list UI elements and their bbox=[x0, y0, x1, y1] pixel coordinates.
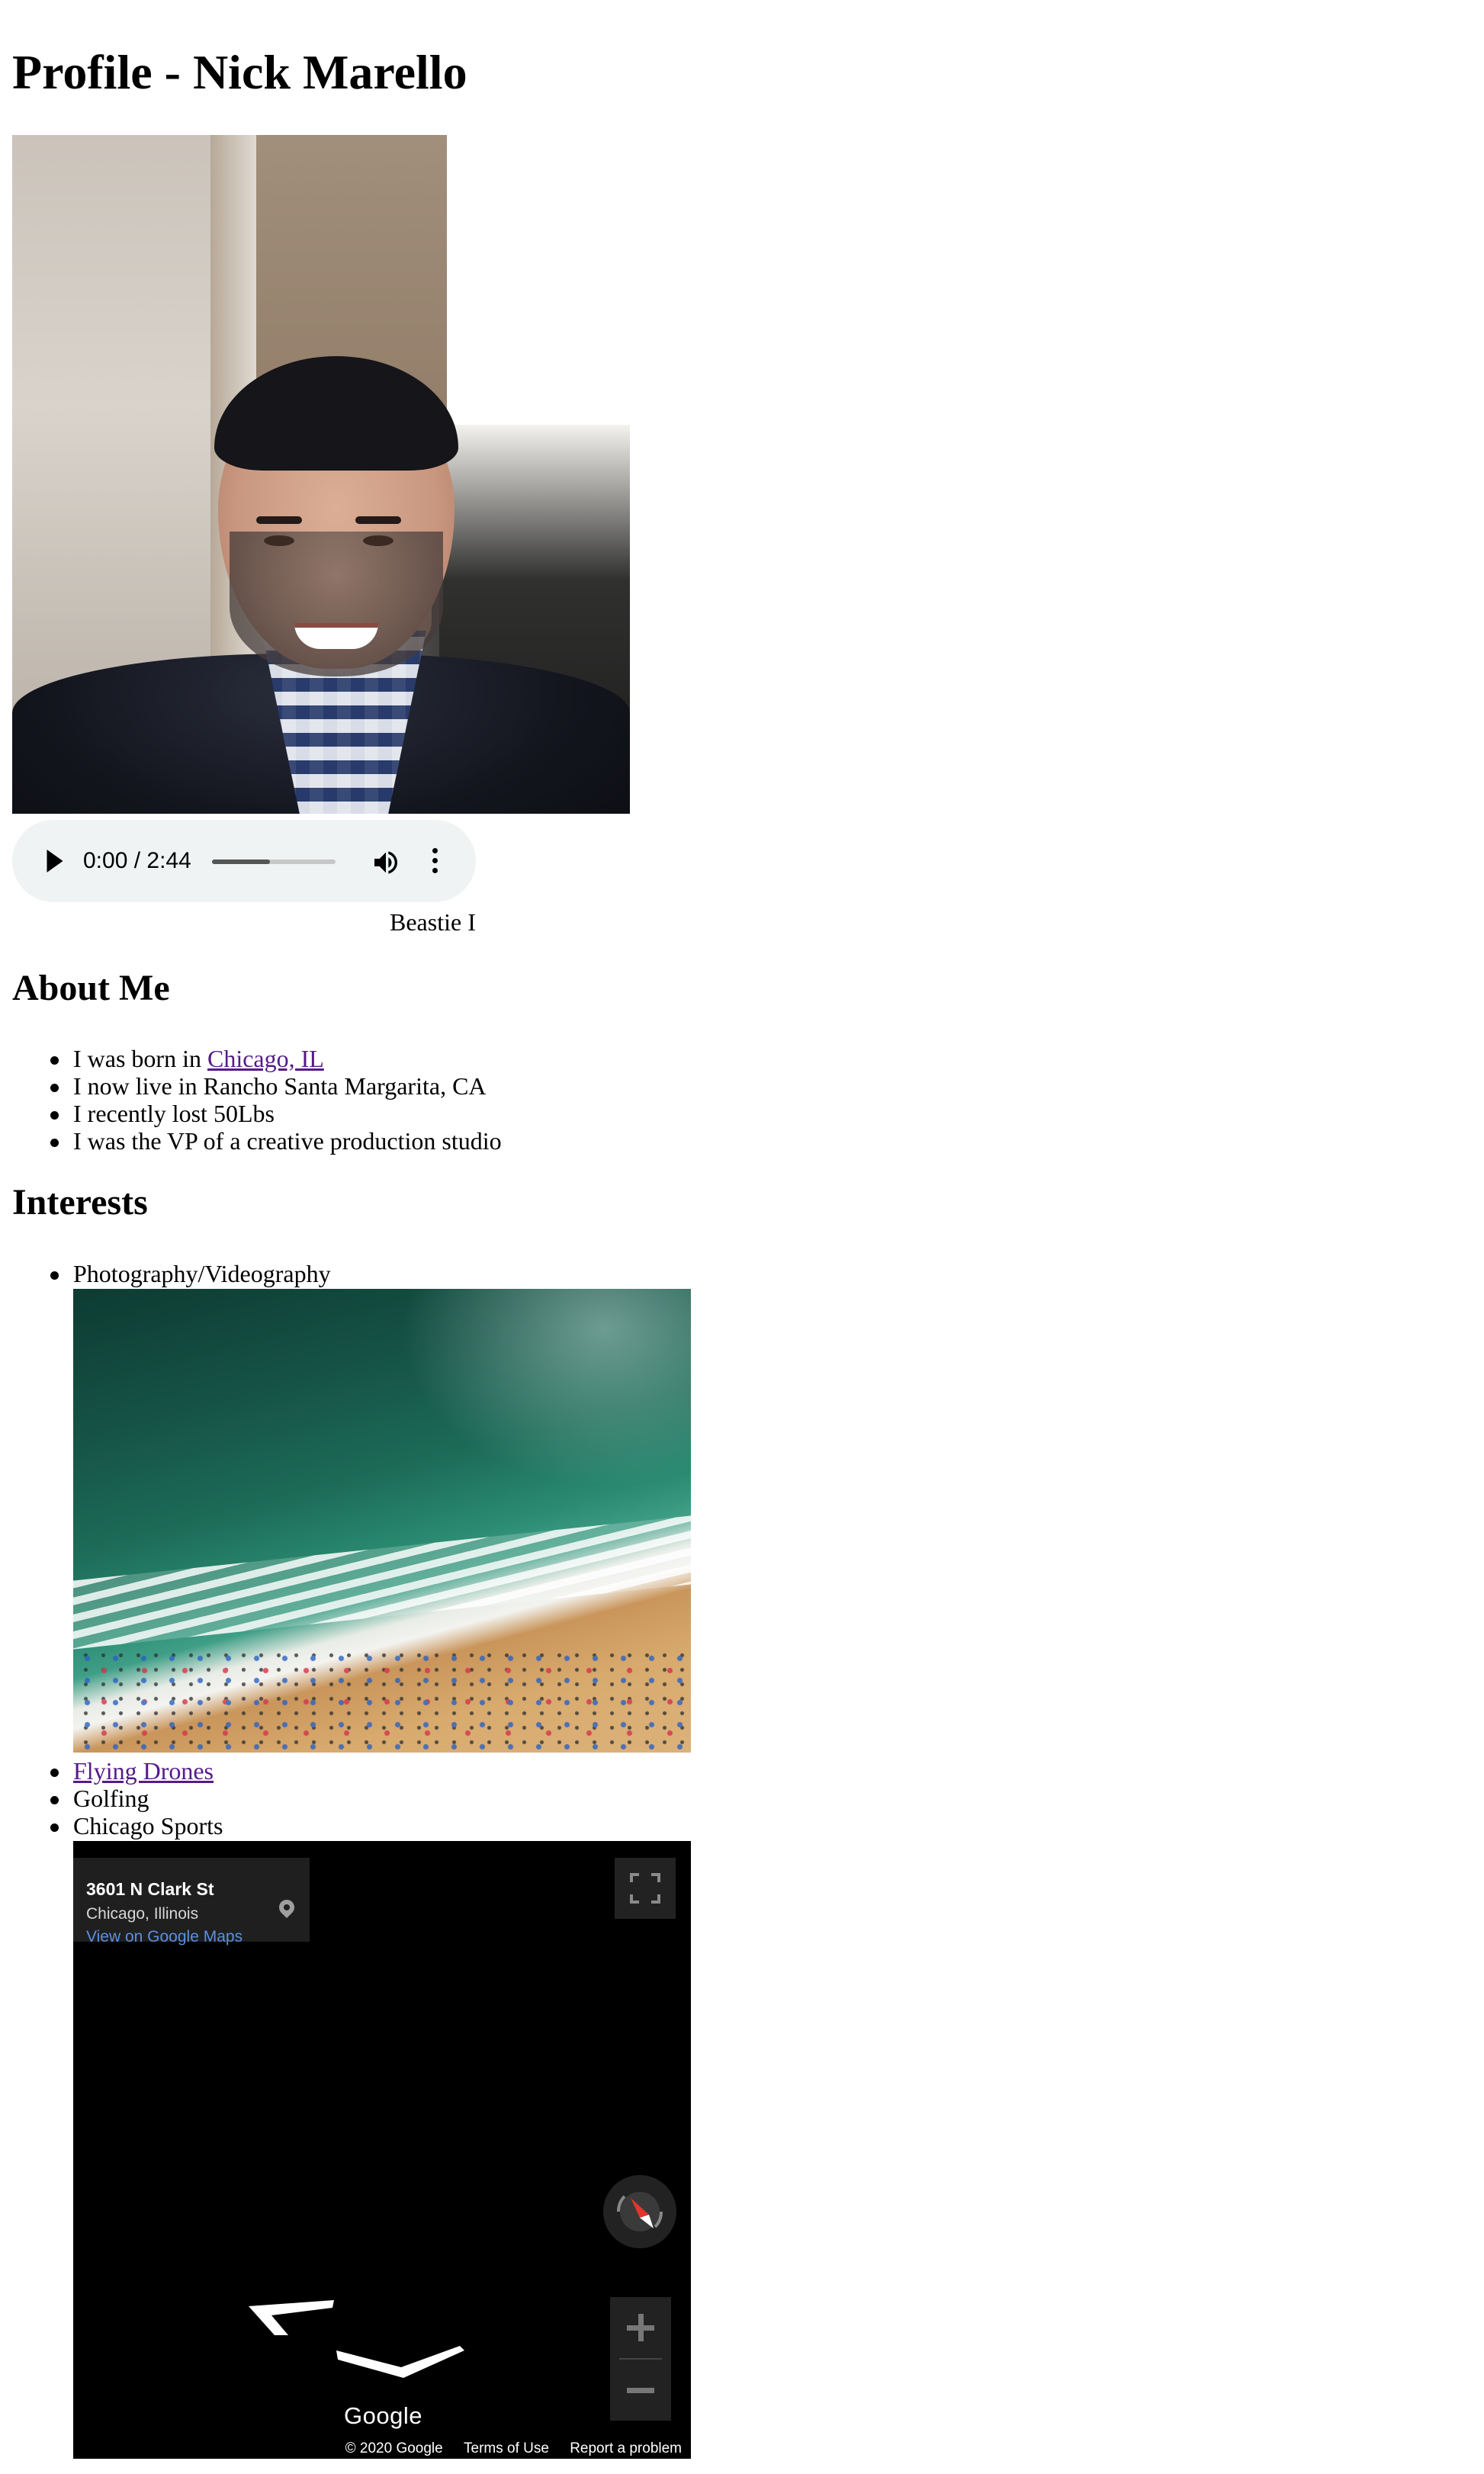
chicago-link[interactable]: Chicago, IL bbox=[207, 1045, 324, 1072]
interests-heading: Interests bbox=[12, 1182, 148, 1223]
about-list: I was born in Chicago, IL I now live in … bbox=[12, 1045, 502, 1155]
view-on-google-maps-link[interactable]: View on Google Maps bbox=[86, 1928, 243, 1946]
move-arrow-left[interactable] bbox=[241, 2299, 348, 2344]
interest-item: Flying Drones bbox=[12, 1757, 223, 1785]
about-item: I now live in Rancho Santa Margarita, CA bbox=[12, 1072, 502, 1100]
google-logo: Google bbox=[344, 2402, 422, 2429]
map-footer: © 2020 Google Terms of Use Report a prob… bbox=[329, 2440, 682, 2457]
about-item: I recently lost 50Lbs bbox=[12, 1100, 502, 1127]
volume-icon[interactable] bbox=[371, 847, 401, 878]
audio-caption-marquee: Beastie I bbox=[12, 904, 476, 940]
plus-icon[interactable] bbox=[610, 2297, 671, 2358]
profile-photo bbox=[12, 135, 630, 814]
page-title: Profile - Nick Marello bbox=[12, 45, 467, 99]
location-card: 3601 N Clark St Chicago, Illinois View o… bbox=[73, 1858, 310, 1945]
audio-seek-bar[interactable] bbox=[212, 859, 336, 864]
copyright-text: © 2020 Google bbox=[345, 2440, 443, 2456]
fullscreen-button[interactable] bbox=[615, 1858, 676, 1919]
aerial-beach-photo bbox=[73, 1289, 691, 1753]
flying-drones-link[interactable]: Flying Drones bbox=[73, 1757, 214, 1785]
more-vertical-icon[interactable] bbox=[430, 846, 439, 876]
interest-item: Golfing bbox=[12, 1785, 223, 1812]
compass-button[interactable] bbox=[603, 2175, 676, 2248]
fullscreen-icon bbox=[630, 1873, 660, 1904]
map-pin-icon bbox=[275, 1896, 298, 1919]
audio-time: 0:00 / 2:44 bbox=[83, 848, 191, 873]
interests-list-continued: Flying Drones Golfing Chicago Sports bbox=[12, 1757, 223, 1839]
location-city: Chicago, Illinois bbox=[86, 1905, 199, 1923]
about-item: I was born in Chicago, IL bbox=[12, 1045, 502, 1072]
minus-icon[interactable] bbox=[610, 2360, 671, 2421]
audio-caption: Beastie I bbox=[390, 908, 476, 936]
interest-item: Chicago Sports bbox=[12, 1812, 223, 1839]
play-icon[interactable] bbox=[47, 850, 63, 872]
interests-list: Photography/Videography bbox=[12, 1260, 331, 1287]
street-view-embed[interactable]: 3601 N Clark St Chicago, Illinois View o… bbox=[73, 1841, 691, 2459]
zoom-control bbox=[610, 2297, 671, 2421]
terms-link[interactable]: Terms of Use bbox=[464, 2440, 549, 2456]
about-heading: About Me bbox=[12, 968, 170, 1008]
audio-player[interactable]: 0:00 / 2:44 bbox=[12, 820, 476, 902]
interest-item: Photography/Videography bbox=[12, 1260, 331, 1287]
about-item: I was the VP of a creative production st… bbox=[12, 1127, 502, 1155]
compass-icon bbox=[616, 2192, 663, 2231]
location-address: 3601 N Clark St bbox=[86, 1879, 214, 1899]
move-arrow-forward[interactable] bbox=[336, 2343, 466, 2381]
audio-seek-progress bbox=[212, 859, 271, 864]
report-problem-link[interactable]: Report a problem bbox=[570, 2440, 682, 2456]
